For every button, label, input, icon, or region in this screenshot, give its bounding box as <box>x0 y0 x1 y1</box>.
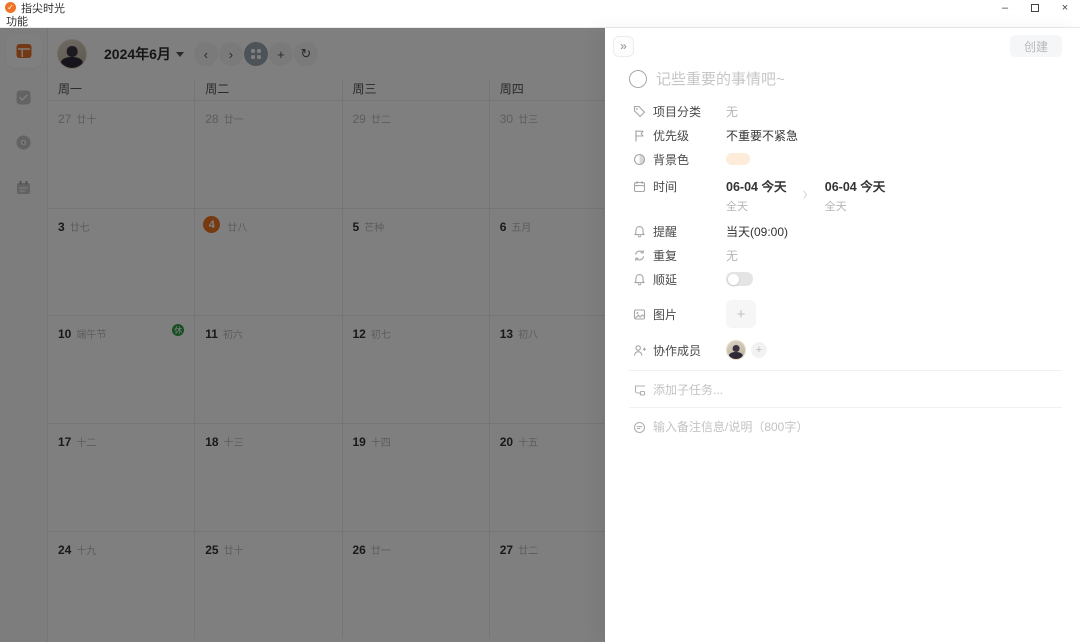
field-label: 背景色 <box>653 152 690 167</box>
tag-icon <box>633 105 646 117</box>
minimize-icon: – <box>1001 1 1009 14</box>
dim-overlay[interactable] <box>0 28 605 642</box>
note-input[interactable] <box>653 420 1062 434</box>
window-controls: – × <box>990 0 1080 15</box>
end-detail: 全天 <box>824 201 847 213</box>
restore-button[interactable] <box>1020 0 1050 15</box>
field-label: 图片 <box>653 307 678 322</box>
close-button[interactable]: × <box>1050 0 1080 15</box>
start-date: 06-04 今天 <box>726 180 787 194</box>
subtask-icon <box>634 384 646 396</box>
reminder-value: 当天(09:00) <box>726 224 789 239</box>
repeat-icon <box>635 249 644 261</box>
calendar-icon <box>633 181 646 193</box>
event-create-panel: » 创建 项目分类 无 优先级 不重要不紧急 背景色 时间 <box>605 28 1080 642</box>
field-label: 顺延 <box>653 272 678 287</box>
app-window: ✓ 指尖时光 – × 功能 » 创建 记些重要的事情吧~ 项目分类 无 优先级 … <box>0 0 1080 642</box>
create-button[interactable]: 创建 <box>1010 35 1062 57</box>
bell-icon <box>634 225 645 237</box>
postpone-bell-icon <box>634 273 645 285</box>
time-start[interactable]: 06-04 今天 全天 <box>726 176 786 214</box>
color-swatch[interactable] <box>726 153 750 165</box>
restore-icon <box>1031 3 1039 12</box>
event-complete-circle[interactable] <box>629 70 647 88</box>
postpone-toggle[interactable] <box>726 272 753 286</box>
field-image: 图片 + <box>605 300 1080 328</box>
member-avatar[interactable] <box>726 340 746 360</box>
field-label: 提醒 <box>653 224 678 239</box>
end-date: 06-04 今天 <box>824 180 886 194</box>
collapse-panel-button[interactable]: » <box>613 35 634 57</box>
panel-header: » 创建 <box>605 28 1080 57</box>
field-members: 协作成员 + <box>605 340 1080 360</box>
add-member-button[interactable]: + <box>751 342 767 358</box>
menu-item-features[interactable]: 功能 <box>0 13 34 29</box>
image-icon <box>633 308 646 320</box>
note-row <box>605 408 1080 434</box>
palette-icon <box>633 153 646 165</box>
check-glyph: ✓ <box>7 2 14 12</box>
event-title-row <box>629 70 1062 88</box>
time-end[interactable]: 06-04 今天 全天 <box>825 176 885 214</box>
event-title-input[interactable] <box>656 70 1062 88</box>
repeat-value: 无 <box>726 248 739 263</box>
field-label: 协作成员 <box>653 343 702 358</box>
subtask-row <box>605 371 1080 397</box>
add-image-button[interactable]: + <box>726 300 756 328</box>
field-label: 时间 <box>653 180 678 194</box>
titlebar: ✓ 指尖时光 – × <box>0 0 1080 15</box>
field-label: 项目分类 <box>653 104 702 119</box>
priority-flag-icon <box>635 129 644 142</box>
priority-value: 不重要不紧急 <box>726 128 799 143</box>
field-postpone[interactable]: 顺延 <box>605 270 1080 288</box>
field-category[interactable]: 项目分类 无 <box>605 102 1080 120</box>
category-value: 无 <box>726 104 739 119</box>
field-label: 优先级 <box>653 128 690 143</box>
members-icon <box>634 344 646 356</box>
close-icon: × <box>1061 1 1069 14</box>
note-comment-icon <box>633 421 646 433</box>
field-priority[interactable]: 优先级 不重要不紧急 <box>605 126 1080 144</box>
field-list: 项目分类 无 优先级 不重要不紧急 背景色 时间 06-04 今天 全天 › 0… <box>605 102 1080 360</box>
app-logo-icon: ✓ <box>5 2 16 13</box>
field-repeat[interactable]: 重复 无 <box>605 246 1080 264</box>
menubar: 功能 <box>0 15 1080 28</box>
minimize-button[interactable]: – <box>990 0 1020 15</box>
field-reminder[interactable]: 提醒 当天(09:00) <box>605 222 1080 240</box>
start-detail: 全天 <box>726 201 748 213</box>
collapse-icon: » <box>620 39 627 53</box>
plus-icon: + <box>755 344 763 356</box>
field-background-color[interactable]: 背景色 <box>605 150 1080 168</box>
subtask-input[interactable] <box>653 383 1062 397</box>
field-time[interactable]: 时间 06-04 今天 全天 › 06-04 今天 全天 <box>605 174 1080 214</box>
field-label: 重复 <box>653 248 678 263</box>
plus-icon: + <box>736 305 746 323</box>
arrow-separator-icon: › <box>803 184 809 205</box>
